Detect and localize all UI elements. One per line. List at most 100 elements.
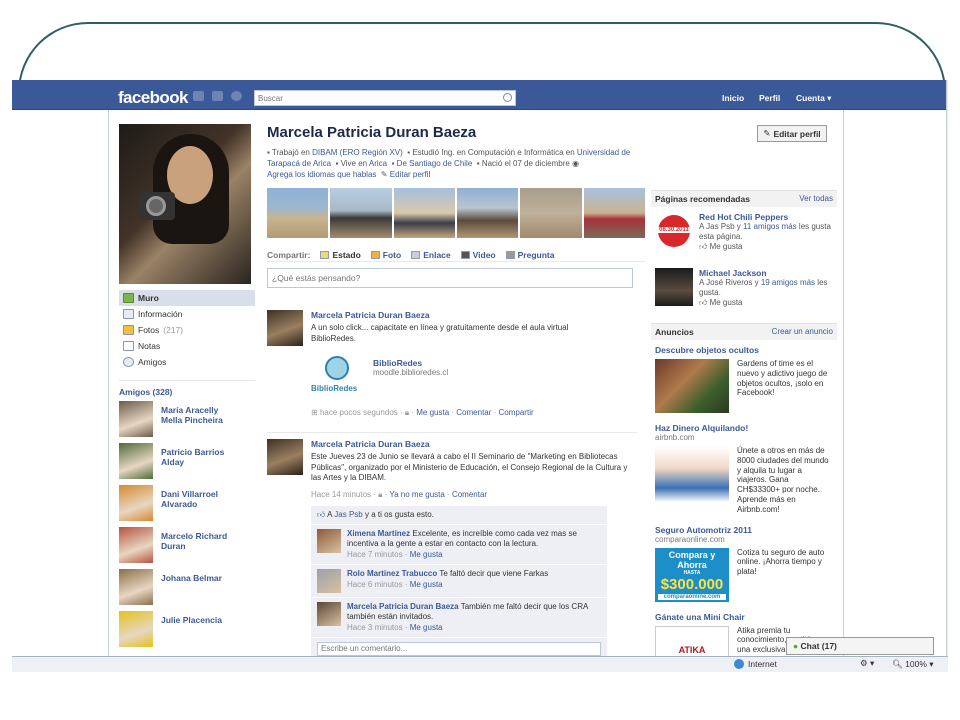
profile-photo[interactable]	[119, 124, 251, 284]
comment-like-link[interactable]: Me gusta	[410, 550, 443, 559]
friend-avatar[interactable]	[119, 485, 153, 521]
ad-title[interactable]: Seguro Automotriz 2011	[655, 525, 833, 535]
strip-photo[interactable]	[393, 188, 455, 238]
friends-heading[interactable]: Amigos (328)	[119, 380, 255, 401]
strip-photo[interactable]	[456, 188, 519, 238]
unlike-link[interactable]: Ya no me gusta	[389, 490, 444, 499]
composer-tab-question[interactable]: Pregunta	[505, 250, 554, 260]
commenter-name[interactable]: Rolo Martinez Trabucco	[347, 569, 437, 578]
comment-link[interactable]: Comentar	[452, 490, 487, 499]
from-link[interactable]: Santiago de Chile	[409, 159, 472, 168]
friend-item[interactable]: María Aracelly Mella Pincheira	[119, 401, 255, 443]
vertical-scrollbar[interactable]	[946, 80, 948, 656]
composer-tab-link[interactable]: Enlace	[411, 250, 451, 260]
like-link[interactable]: Me gusta	[416, 408, 449, 417]
ad-image[interactable]	[655, 359, 729, 413]
commenter-avatar[interactable]	[317, 601, 341, 626]
ad-banner[interactable]: Compara y Ahorra HASTA $300.000 comparao…	[655, 547, 729, 602]
ad-title[interactable]: Haz Dinero Alquilando!	[655, 423, 833, 433]
comment-like-link[interactable]: Me gusta	[410, 580, 443, 589]
friend-name[interactable]: Julie Placencia	[161, 615, 241, 625]
friend-avatar[interactable]	[119, 611, 153, 647]
ad-item[interactable]: Descubre objetos ocultos Gardens of time…	[651, 340, 837, 418]
rhcp-logo[interactable]: 08.30.2011	[655, 212, 693, 250]
see-all-link[interactable]: Ver todas	[799, 194, 833, 204]
nav-notas[interactable]: Notas	[119, 338, 255, 354]
composer-tab-photo[interactable]: Foto	[370, 250, 401, 260]
friend-item[interactable]: Patricio Barrios Alday	[119, 443, 255, 485]
friend-name[interactable]: Johana Belmar	[161, 573, 241, 583]
friend-item[interactable]: Julie Placencia	[119, 611, 255, 653]
search-input[interactable]	[255, 91, 490, 105]
page-title[interactable]: Red Hot Chili Peppers	[699, 212, 833, 222]
lives-link[interactable]: Arica	[369, 159, 387, 168]
post-author-name[interactable]: Marcela Patricia Duran Baeza	[311, 310, 607, 320]
nav-muro[interactable]: Muro	[119, 290, 255, 306]
comment-link[interactable]: Comentar	[456, 408, 491, 417]
edit-profile-button[interactable]: ✎ Editar perfil	[757, 125, 827, 142]
nav-fotos[interactable]: Fotos (217)	[119, 322, 255, 338]
friend-name[interactable]: María Aracelly Mella Pincheira	[161, 405, 241, 425]
post-author-avatar[interactable]	[267, 310, 303, 346]
nav-informacion[interactable]: Información	[119, 306, 255, 322]
michael-jackson-photo[interactable]	[655, 268, 693, 306]
commenter-name[interactable]: Ximena Martinez	[347, 529, 410, 538]
post-author-name[interactable]: Marcela Patricia Duran Baeza	[311, 439, 637, 449]
friend-item[interactable]: Marcelo Richard Duran	[119, 527, 255, 569]
strip-photo[interactable]	[520, 188, 582, 238]
page-title[interactable]: Michael Jackson	[699, 268, 833, 278]
friend-avatar[interactable]	[119, 401, 153, 437]
liker-link[interactable]: Jas Psb	[334, 510, 362, 519]
share-link[interactable]: Compartir	[499, 408, 534, 417]
link-attachment[interactable]: BiblioRedes BiblioRedes moodle.bibliored…	[311, 352, 607, 402]
strip-photo[interactable]	[267, 188, 329, 238]
commenter-avatar[interactable]	[317, 568, 341, 593]
comment-input[interactable]	[317, 641, 601, 656]
attachment-title[interactable]: BiblioRedes	[373, 358, 448, 368]
friend-avatar[interactable]	[119, 569, 153, 605]
messages-icon[interactable]	[212, 91, 223, 101]
nav-cuenta[interactable]: Cuenta ▾	[796, 93, 831, 104]
nav-inicio[interactable]: Inicio	[722, 93, 744, 103]
commenter-name[interactable]: Marcela Patricia Duran Baeza	[347, 602, 459, 611]
edit-profile-link[interactable]: Editar perfil	[390, 170, 430, 179]
zoom-control[interactable]: 🔍︎ 100% ▾	[892, 659, 934, 670]
search-icon[interactable]	[503, 93, 512, 102]
friend-requests-icon[interactable]	[193, 91, 204, 101]
nav-amigos[interactable]: Amigos	[119, 354, 255, 370]
friends-like-link[interactable]: 19 amigos más	[761, 278, 815, 287]
ad-title[interactable]: Gánate una Mini Chair	[655, 612, 833, 622]
work-link[interactable]: DIBAM (ERO Región XV)	[312, 148, 403, 157]
ad-item[interactable]: Haz Dinero Alquilando! airbnb.com Únete …	[651, 418, 837, 520]
ad-image[interactable]	[655, 446, 729, 502]
friend-item[interactable]: Johana Belmar	[119, 569, 255, 611]
page-like-button[interactable]: 👍︎ Me gusta	[699, 242, 833, 252]
post-author-avatar[interactable]	[267, 439, 303, 475]
facebook-logo[interactable]: facebook	[118, 88, 188, 108]
biblioredes-logo[interactable]: BiblioRedes	[311, 352, 363, 402]
commenter-avatar[interactable]	[317, 528, 341, 553]
page-like-button[interactable]: 👍︎ Me gusta	[699, 298, 833, 308]
notifications-icon[interactable]	[231, 91, 242, 101]
friend-name[interactable]: Dani Villarroel Alvarado	[161, 489, 241, 509]
composer-tab-video[interactable]: Video	[460, 250, 496, 260]
comment-like-link[interactable]: Me gusta	[410, 623, 443, 632]
ad-item[interactable]: Seguro Automotriz 2011 comparaonline.com…	[651, 520, 837, 607]
friend-item[interactable]: Dani Villarroel Alvarado	[119, 485, 255, 527]
friend-avatar[interactable]	[119, 443, 153, 479]
strip-photo[interactable]	[330, 188, 392, 238]
strip-photo[interactable]	[583, 188, 645, 238]
status-input[interactable]: ¿Qué estás pensando?	[267, 268, 633, 288]
ad-logo[interactable]: ATIKA	[655, 625, 729, 660]
add-languages-link[interactable]: Agrega los idiomas que hablas	[267, 170, 376, 179]
nav-perfil[interactable]: Perfil	[759, 93, 780, 103]
create-ad-link[interactable]: Crear un anuncio	[772, 327, 833, 337]
friend-avatar[interactable]	[119, 527, 153, 563]
ad-title[interactable]: Descubre objetos ocultos	[655, 345, 833, 355]
protected-mode-icon[interactable]: ⚙ ▾	[860, 658, 874, 669]
friend-name[interactable]: Marcelo Richard Duran	[161, 531, 241, 551]
chat-bar[interactable]: ● Chat (17)	[786, 637, 934, 655]
composer-tab-status[interactable]: Estado	[320, 250, 361, 260]
friends-like-link[interactable]: 11 amigos más	[743, 222, 797, 231]
friend-name[interactable]: Patricio Barrios Alday	[161, 447, 241, 467]
